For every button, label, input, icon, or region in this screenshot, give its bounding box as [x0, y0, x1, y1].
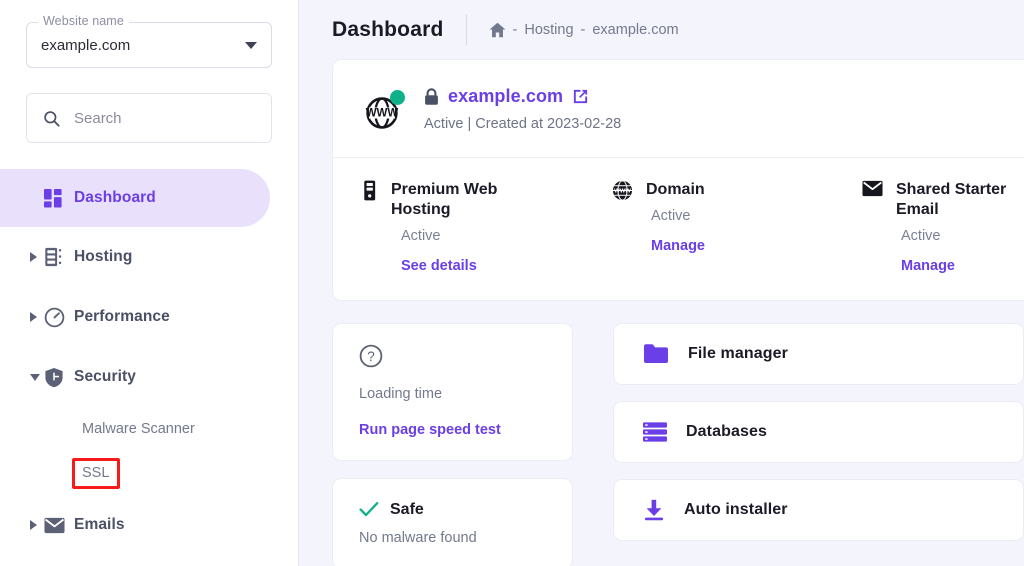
- service-card-email: Shared Starter Email Active Manage: [833, 180, 1024, 274]
- site-domain-row: example.com: [424, 86, 621, 107]
- sidebar-item-emails[interactable]: Emails: [0, 495, 298, 555]
- expand-arrow-hosting[interactable]: [30, 252, 44, 262]
- search-box[interactable]: Search: [26, 93, 272, 143]
- service-domain-status: Active: [651, 208, 691, 224]
- database-icon: [643, 422, 667, 442]
- sidebar-subitem-ssl[interactable]: SSL: [0, 451, 298, 495]
- www-globe-icon: WWW: [612, 180, 633, 201]
- download-icon: [645, 499, 663, 521]
- website-selector-box[interactable]: example.com: [26, 22, 272, 68]
- service-hosting-head: Premium Web Hosting: [362, 180, 583, 221]
- service-email-head: Shared Starter Email: [862, 180, 1024, 221]
- main-content: Dashboard - Hosting - example.com WWW ex…: [299, 0, 1024, 566]
- collapse-arrow-security[interactable]: [30, 373, 44, 381]
- sidebar-item-label-emails: Emails: [74, 516, 125, 533]
- service-email-title: Shared Starter Email: [896, 181, 1007, 219]
- loading-time-label: Loading time: [359, 385, 443, 402]
- svg-text:?: ?: [367, 349, 375, 364]
- service-hosting-status: Active: [401, 227, 441, 244]
- metrics-column: ? Loading time Run page speed test Safe …: [332, 322, 573, 566]
- sidebar-item-label-hosting: Hosting: [74, 248, 133, 265]
- sidebar-item-label-security: Security: [74, 368, 136, 385]
- run-page-speed-test-link[interactable]: Run page speed test: [359, 422, 550, 438]
- site-meta: Active | Created at 2023-02-28: [424, 116, 622, 132]
- action-label-auto-installer: Auto installer: [684, 500, 788, 518]
- search-input[interactable]: Search: [74, 110, 122, 127]
- app-root: Website name example.com Search Dashboar…: [0, 0, 1024, 566]
- www-globe-icon: WWW: [362, 89, 406, 133]
- lock-icon: [425, 87, 438, 105]
- sidebar: Website name example.com Search Dashboar…: [0, 0, 299, 566]
- page-title: Dashboard: [332, 17, 444, 41]
- website-selector-value: example.com: [41, 36, 131, 54]
- server-icon: [44, 247, 74, 267]
- sidebar-item-label-performance: Performance: [74, 308, 170, 325]
- envelope-icon: [44, 517, 74, 534]
- quick-actions-column: File manager Databases Auto installer: [613, 322, 1024, 566]
- service-email-status: Active: [901, 227, 941, 244]
- site-overview-card: WWW example.com Active | Created at 2023…: [332, 59, 1024, 301]
- site-overview-text: example.com Active | Created at 2023-02-…: [424, 86, 621, 132]
- sidebar-subitem-label-ssl: SSL: [82, 465, 110, 481]
- topbar-divider: [465, 14, 467, 45]
- home-icon[interactable]: [489, 22, 506, 38]
- breadcrumb-sep-2: -: [580, 21, 586, 38]
- sidebar-nav: Dashboard Hosting Performance Security M…: [0, 169, 298, 555]
- external-link-icon[interactable]: [572, 88, 589, 105]
- malware-status-subtitle: No malware found: [359, 529, 477, 546]
- service-domain-title: Domain: [646, 181, 705, 198]
- grid-icon: [44, 188, 74, 208]
- sidebar-subitem-malware-scanner[interactable]: Malware Scanner: [0, 407, 298, 451]
- website-selector-legend: Website name: [38, 14, 129, 28]
- service-card-domain: WWW Domain Active Manage: [583, 180, 833, 274]
- site-overview-header: WWW example.com Active | Created at 2023…: [333, 60, 1024, 158]
- malware-status-card: Safe No malware found: [332, 477, 573, 566]
- action-card-databases[interactable]: Databases: [613, 400, 1024, 463]
- expand-arrow-emails[interactable]: [30, 520, 44, 530]
- service-card-hosting: Premium Web Hosting Active See details: [333, 180, 583, 274]
- service-hosting-title: Premium Web Hosting: [391, 181, 498, 219]
- malware-status-head: Safe: [359, 501, 550, 519]
- breadcrumb-level-1[interactable]: Hosting: [524, 22, 573, 38]
- folder-icon: [644, 344, 668, 364]
- search-field[interactable]: Search: [26, 93, 272, 143]
- server-icon: [364, 180, 376, 201]
- lower-section: ? Loading time Run page speed test Safe …: [299, 322, 1024, 566]
- check-icon: [359, 502, 379, 517]
- sidebar-item-label-dashboard: Dashboard: [74, 189, 156, 206]
- service-email-link[interactable]: Manage: [901, 258, 1024, 274]
- breadcrumb-level-2[interactable]: example.com: [592, 22, 678, 38]
- website-selector[interactable]: Website name example.com: [26, 14, 272, 68]
- sidebar-item-dashboard[interactable]: Dashboard: [0, 169, 270, 227]
- malware-status-title: Safe: [390, 500, 424, 518]
- service-domain-head: WWW Domain: [612, 180, 833, 201]
- expand-arrow-performance[interactable]: [30, 312, 44, 322]
- sidebar-subitem-label-malware-scanner: Malware Scanner: [82, 421, 195, 437]
- svg-text:WWW: WWW: [614, 189, 631, 195]
- question-circle-icon: ?: [359, 344, 383, 368]
- envelope-icon: [862, 180, 883, 197]
- svg-text:WWW: WWW: [366, 108, 399, 120]
- search-icon: [44, 110, 60, 127]
- action-label-file-manager: File manager: [688, 344, 788, 362]
- topbar: Dashboard - Hosting - example.com: [299, 0, 1024, 59]
- breadcrumb-sep-1: -: [512, 21, 518, 38]
- speedometer-icon: [44, 307, 74, 328]
- site-domain-link[interactable]: example.com: [448, 86, 563, 107]
- action-card-auto-installer[interactable]: Auto installer: [613, 478, 1024, 541]
- shield-icon: [44, 367, 74, 388]
- breadcrumb: - Hosting - example.com: [489, 22, 679, 38]
- action-label-databases: Databases: [686, 422, 767, 440]
- service-hosting-link[interactable]: See details: [401, 258, 583, 274]
- green-status-dot: [390, 90, 405, 105]
- services-row: Premium Web Hosting Active See details W…: [333, 158, 1024, 300]
- action-card-file-manager[interactable]: File manager: [613, 322, 1024, 385]
- loading-time-card: ? Loading time Run page speed test: [332, 322, 573, 461]
- sidebar-item-performance[interactable]: Performance: [0, 287, 298, 347]
- sidebar-item-hosting[interactable]: Hosting: [0, 227, 298, 287]
- chevron-down-icon[interactable]: [245, 41, 257, 49]
- sidebar-item-security[interactable]: Security: [0, 347, 298, 407]
- service-domain-link[interactable]: Manage: [651, 238, 833, 254]
